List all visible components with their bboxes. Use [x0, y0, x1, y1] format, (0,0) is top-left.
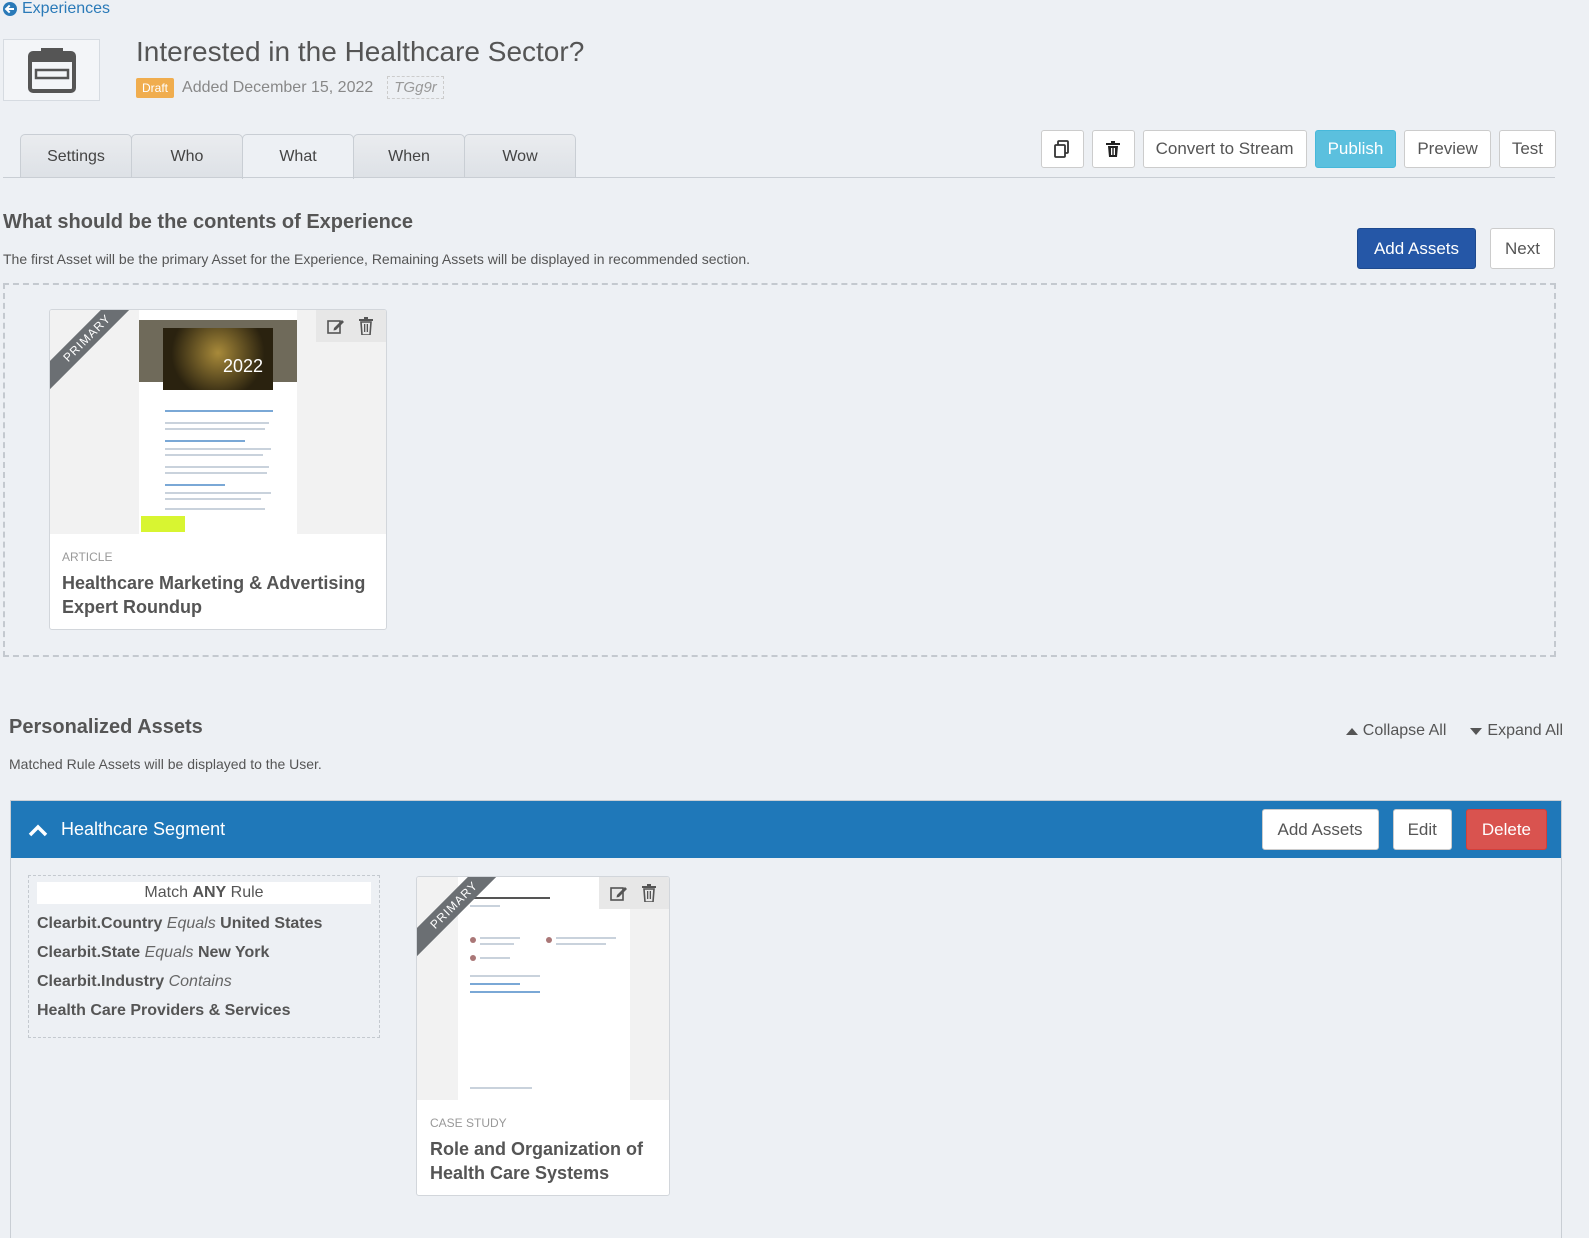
- segment-rules: Match ANY Rule Clearbit.Country Equals U…: [28, 875, 380, 1038]
- contents-actions: Add Assets Next: [1356, 228, 1555, 269]
- arrow-left-circle-icon: [3, 2, 17, 16]
- edit-asset-button[interactable]: [326, 316, 346, 336]
- collapse-controls: Collapse All Expand All: [1345, 722, 1563, 740]
- segment-asset-card[interactable]: PRIMARY CASE STUDY Role and Organization…: [416, 876, 670, 1196]
- experience-thumbnail: [3, 39, 100, 101]
- collapse-segment-button[interactable]: [25, 817, 51, 843]
- asset-card[interactable]: 2022 PRIMARY ARTICLE Healthcare Marketin…: [49, 309, 387, 630]
- trash-icon: [359, 317, 373, 335]
- match-mode: ANY: [192, 884, 227, 901]
- rule-operator: Equals: [166, 915, 216, 932]
- delete-experience-button[interactable]: [1091, 130, 1135, 168]
- next-button[interactable]: Next: [1490, 228, 1555, 269]
- edit-asset-button[interactable]: [609, 883, 629, 903]
- rule-item: Clearbit.Country Equals United States: [37, 915, 371, 933]
- tab-divider: [3, 177, 1555, 178]
- caret-down-icon: [1470, 727, 1483, 735]
- status-badge: Draft: [136, 77, 175, 98]
- rule-field: Clearbit.State: [37, 944, 141, 961]
- tab-when[interactable]: When: [353, 134, 465, 178]
- segment-name: Healthcare Segment: [61, 819, 226, 839]
- asset-type: ARTICLE: [62, 550, 113, 564]
- preview-button[interactable]: Preview: [1404, 130, 1491, 168]
- personalized-section-description: Matched Rule Assets will be displayed to…: [9, 756, 322, 772]
- segment-header[interactable]: Healthcare Segment Add Assets Edit Delet…: [11, 801, 1561, 858]
- contents-section-title: What should be the contents of Experienc…: [3, 211, 414, 233]
- contents-section-description: The first Asset will be the primary Asse…: [3, 251, 751, 267]
- browser-window-icon: [27, 48, 76, 93]
- segment-add-assets-button[interactable]: Add Assets: [1261, 809, 1379, 850]
- asset-type: CASE STUDY: [430, 1116, 507, 1130]
- asset-preview: PRIMARY: [417, 877, 669, 1100]
- segment-actions: Add Assets Edit Delete: [1261, 809, 1547, 850]
- asset-title: Role and Organization of Health Care Sys…: [430, 1139, 644, 1183]
- experience-tabs: Settings Who What When Wow: [20, 134, 576, 179]
- tab-wow[interactable]: Wow: [464, 134, 576, 178]
- collapse-all-button[interactable]: Collapse All: [1345, 722, 1447, 740]
- experience-code: TGg9r: [387, 76, 444, 99]
- match-prefix: Match: [144, 884, 188, 901]
- delete-asset-button[interactable]: [639, 883, 659, 903]
- page-title: Interested in the Healthcare Sector?: [136, 36, 585, 67]
- experience-toolbar: Convert to Stream Publish Preview Test: [1040, 130, 1556, 168]
- preview-year: 2022: [223, 356, 264, 376]
- rule-field: Clearbit.Industry: [37, 973, 165, 990]
- asset-title: Healthcare Marketing & Advertising Exper…: [62, 573, 366, 617]
- match-suffix: Rule: [230, 884, 264, 901]
- publish-button[interactable]: Publish: [1314, 130, 1397, 168]
- rule-item: Clearbit.State Equals New York: [37, 944, 371, 962]
- rule-value-continuation: Health Care Providers & Services: [37, 1002, 291, 1019]
- edit-icon: [610, 887, 627, 901]
- rule-operator: Equals: [144, 944, 194, 961]
- rule-operator: Contains: [168, 973, 232, 990]
- back-to-experiences-link[interactable]: Experiences: [3, 0, 110, 18]
- caret-up-icon: [1345, 727, 1358, 735]
- rule-value: New York: [197, 944, 270, 961]
- edit-icon: [327, 320, 344, 334]
- article-screenshot: 2022: [139, 310, 297, 534]
- collapse-all-label: Collapse All: [1362, 722, 1447, 739]
- trash-icon: [1106, 141, 1121, 157]
- convert-to-stream-button[interactable]: Convert to Stream: [1142, 130, 1307, 168]
- back-link-label: Experiences: [22, 0, 111, 17]
- copy-icon: [1054, 140, 1070, 158]
- segment-edit-button[interactable]: Edit: [1392, 809, 1452, 850]
- case-study-screenshot: [458, 877, 630, 1100]
- trash-icon: [642, 884, 656, 902]
- personalized-section-title: Personalized Assets: [9, 716, 203, 738]
- tab-who[interactable]: Who: [131, 134, 243, 178]
- expand-all-label: Expand All: [1487, 722, 1563, 739]
- added-date: Added December 15, 2022: [182, 78, 374, 96]
- add-assets-button[interactable]: Add Assets: [1356, 228, 1477, 269]
- asset-card-tools: [599, 877, 669, 909]
- primary-ribbon: PRIMARY: [50, 310, 148, 399]
- asset-preview: 2022 PRIMARY: [50, 310, 386, 534]
- match-rule-header: Match ANY Rule: [37, 882, 371, 904]
- delete-asset-button[interactable]: [356, 316, 376, 336]
- rule-item: Clearbit.Industry Contains: [37, 973, 371, 991]
- rule-value: United States: [220, 915, 323, 932]
- segment-delete-button[interactable]: Delete: [1465, 809, 1547, 850]
- duplicate-button[interactable]: [1040, 130, 1084, 168]
- expand-all-button[interactable]: Expand All: [1470, 722, 1563, 740]
- tab-settings[interactable]: Settings: [20, 134, 132, 178]
- asset-card-tools: [316, 310, 386, 342]
- tab-what[interactable]: What: [242, 134, 354, 179]
- experience-meta: Draft Added December 15, 2022 TGg9r: [136, 76, 444, 99]
- rule-field: Clearbit.Country: [37, 915, 163, 932]
- chevron-up-icon: [28, 824, 48, 836]
- test-button[interactable]: Test: [1498, 130, 1556, 168]
